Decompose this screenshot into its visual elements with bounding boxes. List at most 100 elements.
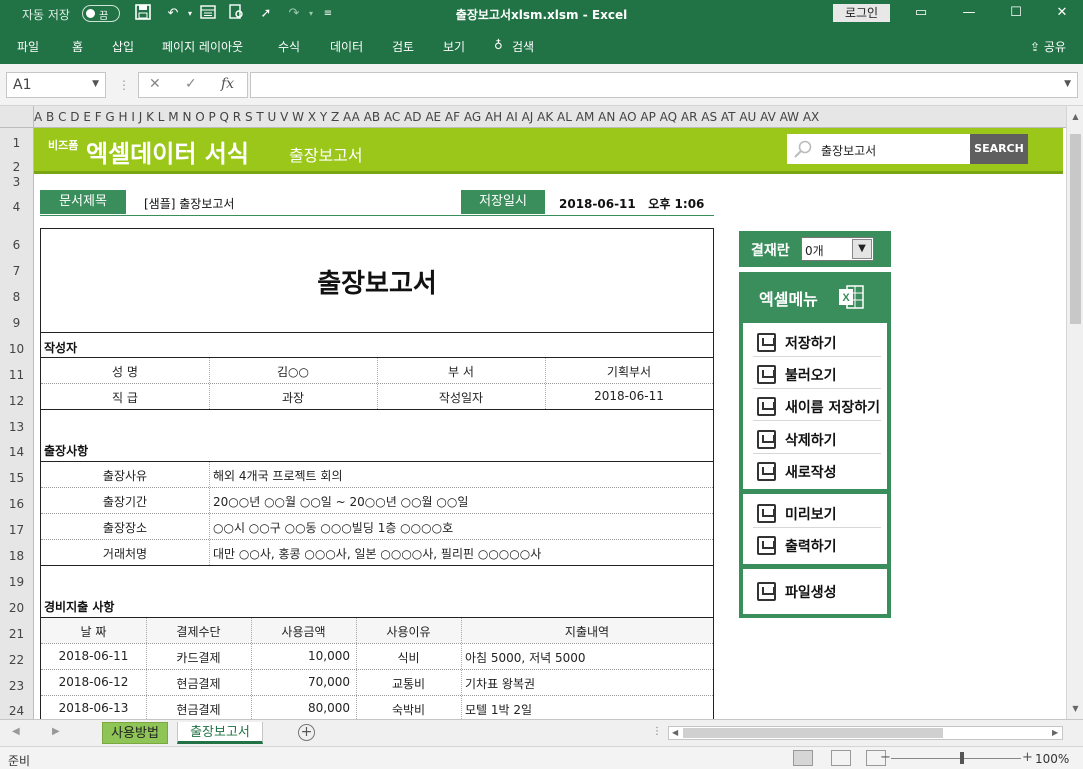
menu-item-print[interactable]: 출력하기 — [753, 530, 881, 560]
formula-input[interactable]: ▼ — [250, 72, 1078, 98]
tab-formulas[interactable]: 수식 — [278, 38, 300, 55]
expense-reason[interactable]: 숙박비 — [356, 701, 461, 718]
scroll-thumb[interactable] — [1070, 134, 1081, 324]
tab-home[interactable]: 홈 — [72, 38, 83, 55]
row-number[interactable]: 11 — [0, 368, 33, 382]
row-number[interactable]: 14 — [0, 445, 33, 459]
row-number[interactable]: 1 — [0, 136, 33, 150]
row-number[interactable]: 18 — [0, 549, 33, 563]
row-number[interactable]: 15 — [0, 471, 33, 485]
expense-reason[interactable]: 교통비 — [356, 675, 461, 692]
doc-title-value[interactable]: [샘플] 출장보고서 — [144, 195, 234, 212]
prev-sheet-icon[interactable]: ◀ — [12, 726, 20, 737]
share-button[interactable]: ⇪ 공유 — [1030, 38, 1066, 55]
trip-place-value[interactable]: ○○시 ○○구 ○○동 ○○○빌딩 1층 ○○○○호 — [213, 519, 453, 536]
formula-bar-grip-icon[interactable]: ⋮ — [118, 78, 130, 92]
minimize-icon[interactable]: — — [954, 2, 984, 24]
expense-detail[interactable]: 모텔 1박 2일 — [465, 701, 532, 718]
row-number[interactable]: 19 — [0, 575, 33, 589]
column-letters[interactable]: A B C D E F G H I J K L M N O P Q R S T … — [34, 110, 1066, 124]
row-number[interactable]: 9 — [0, 316, 33, 330]
trip-period-value[interactable]: 20○○년 ○○월 ○○일 ~ 20○○년 ○○월 ○○일 — [213, 493, 468, 510]
chevron-down-icon[interactable]: ▼ — [852, 239, 872, 259]
expense-date[interactable]: 2018-06-12 — [41, 675, 146, 689]
tab-page-layout[interactable]: 페이지 레이아웃 — [162, 38, 243, 55]
menu-item-new[interactable]: 새로작성 — [753, 456, 881, 486]
close-icon[interactable]: ✕ — [1047, 2, 1077, 24]
zoom-slider-thumb[interactable] — [960, 752, 964, 764]
row-number[interactable]: 8 — [0, 290, 33, 304]
select-all-corner[interactable] — [0, 106, 34, 128]
author-dept-value[interactable]: 기획부서 — [545, 363, 713, 380]
zoom-out-icon[interactable]: − — [880, 750, 891, 765]
tab-view[interactable]: 보기 — [443, 38, 465, 55]
login-button[interactable]: 로그인 — [833, 4, 890, 22]
scroll-down-icon[interactable]: ▼ — [1067, 704, 1083, 713]
zoom-level[interactable]: 100% — [1035, 752, 1069, 766]
expense-detail[interactable]: 아침 5000, 저녁 5000 — [465, 649, 586, 666]
scroll-left-icon[interactable]: ◀ — [672, 728, 678, 737]
zoom-in-icon[interactable]: + — [1022, 750, 1033, 765]
search-input[interactable]: 출장보고서 — [787, 134, 971, 164]
sheet-tab-report[interactable]: 출장보고서 — [177, 722, 263, 744]
lightbulb-icon[interactable]: ♁ — [494, 38, 503, 52]
author-rank-value[interactable]: 과장 — [209, 389, 377, 406]
row-number[interactable]: 23 — [0, 679, 33, 693]
row-number[interactable]: 16 — [0, 497, 33, 511]
row-number[interactable]: 24 — [0, 704, 33, 718]
expense-method[interactable]: 카드결제 — [146, 649, 251, 666]
tab-search[interactable]: 검색 — [512, 38, 534, 55]
expense-amount[interactable]: 80,000 — [251, 701, 350, 715]
name-box[interactable]: A1 ▼ — [6, 72, 106, 98]
menu-item-save-as[interactable]: 새이름 저장하기 — [753, 391, 881, 421]
row-number[interactable]: 4 — [0, 200, 33, 214]
page-layout-view-icon[interactable] — [831, 750, 851, 766]
tab-data[interactable]: 데이터 — [330, 38, 363, 55]
tab-insert[interactable]: 삽입 — [112, 38, 134, 55]
row-number[interactable]: 21 — [0, 627, 33, 641]
menu-item-delete[interactable]: 삭제하기 — [753, 424, 881, 454]
trip-client-value[interactable]: 대만 ○○사, 홍콩 ○○○사, 일본 ○○○○사, 필리핀 ○○○○○사 — [213, 545, 541, 562]
ribbon-display-icon[interactable]: ▭ — [906, 2, 936, 24]
row-number[interactable]: 20 — [0, 601, 33, 615]
expense-date[interactable]: 2018-06-11 — [41, 649, 146, 663]
chevron-down-icon[interactable]: ▼ — [92, 79, 99, 89]
row-number[interactable]: 22 — [0, 653, 33, 667]
expense-detail[interactable]: 기차표 왕복권 — [465, 675, 535, 692]
approval-select[interactable]: 0개 ▼ — [801, 237, 874, 261]
scroll-right-icon[interactable]: ▶ — [1052, 728, 1058, 737]
horizontal-scrollbar[interactable]: ◀ ▶ — [668, 726, 1063, 740]
expense-date[interactable]: 2018-06-13 — [41, 701, 146, 715]
enter-icon[interactable]: ✓ — [185, 76, 197, 92]
row-number[interactable]: 13 — [0, 420, 33, 434]
row-number[interactable]: 6 — [0, 238, 33, 252]
expense-method[interactable]: 현금결제 — [146, 675, 251, 692]
next-sheet-icon[interactable]: ▶ — [52, 726, 60, 737]
expense-amount[interactable]: 70,000 — [251, 675, 350, 689]
trip-reason-value[interactable]: 해외 4개국 프로젝트 회의 — [213, 467, 342, 484]
row-number[interactable]: 2 — [0, 160, 33, 174]
row-number[interactable]: 17 — [0, 523, 33, 537]
vertical-scrollbar[interactable]: ▲ ▼ — [1066, 106, 1083, 719]
tab-file[interactable]: 파일 — [17, 38, 39, 55]
row-number[interactable]: 3 — [0, 175, 33, 189]
menu-item-preview[interactable]: 미리보기 — [753, 498, 881, 528]
tab-split-icon[interactable]: ⋮ — [652, 726, 662, 737]
zoom-slider[interactable] — [891, 758, 1021, 759]
expense-reason[interactable]: 식비 — [356, 649, 461, 666]
row-number[interactable]: 10 — [0, 342, 33, 356]
scroll-up-icon[interactable]: ▲ — [1067, 112, 1083, 121]
sheet-tab-usage[interactable]: 사용방법 — [102, 722, 168, 744]
tab-review[interactable]: 검토 — [392, 38, 414, 55]
row-number[interactable]: 7 — [0, 264, 33, 278]
row-number[interactable]: 12 — [0, 394, 33, 408]
expense-amount[interactable]: 10,000 — [251, 649, 350, 663]
insert-function-icon[interactable]: fx — [221, 76, 234, 92]
expense-method[interactable]: 현금결제 — [146, 701, 251, 718]
maximize-icon[interactable]: ☐ — [1001, 2, 1031, 24]
expand-formula-icon[interactable]: ▼ — [1064, 79, 1071, 89]
menu-item-load[interactable]: 불러오기 — [753, 359, 881, 389]
menu-item-create-file[interactable]: 파일생성 — [753, 576, 881, 606]
author-date-value[interactable]: 2018-06-11 — [545, 389, 713, 403]
add-sheet-icon[interactable]: + — [298, 724, 315, 741]
